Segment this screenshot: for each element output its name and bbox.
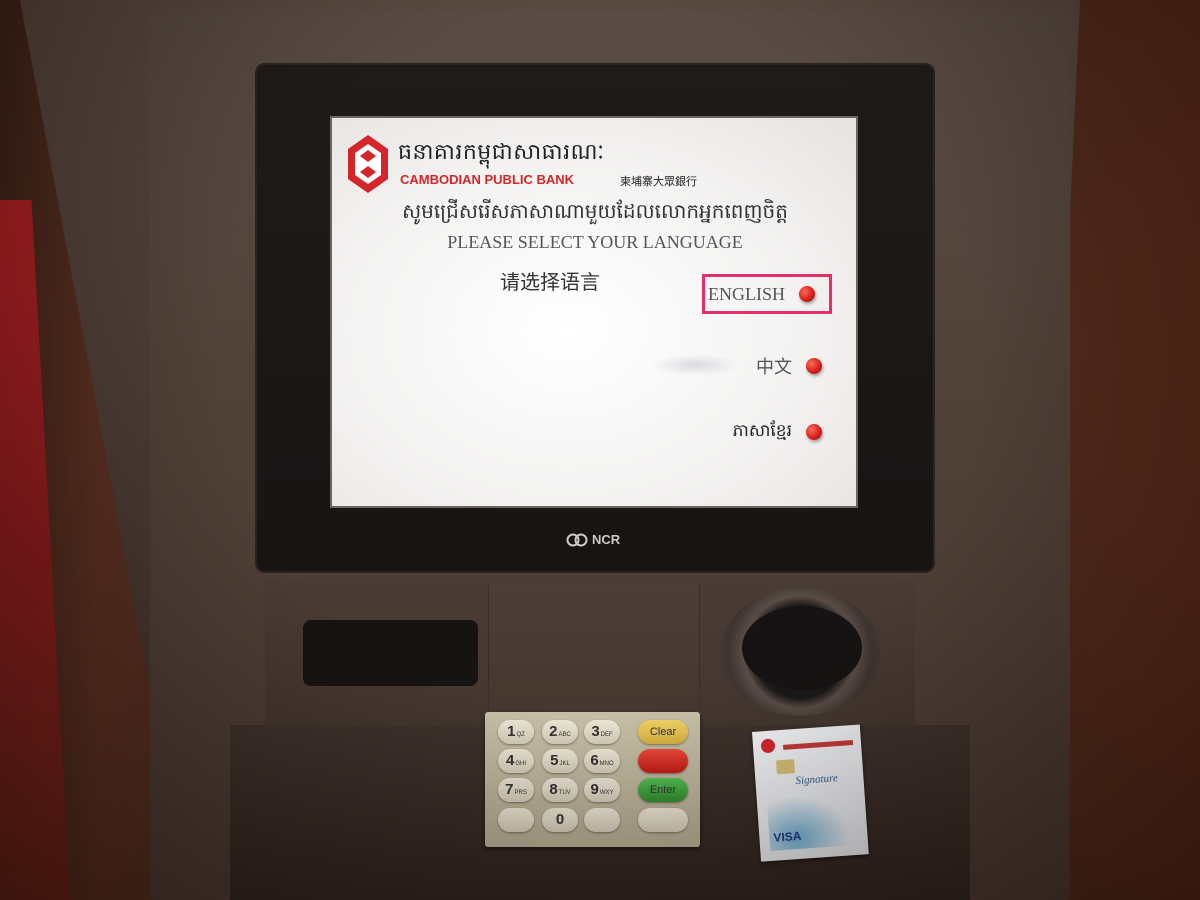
sticker-signature: Signature [795, 772, 839, 788]
language-label-english: ENGLISH [708, 283, 785, 304]
key-2[interactable]: 2ABC [542, 720, 578, 744]
bank-logo-icon [348, 135, 388, 193]
select-dot-icon [799, 286, 815, 302]
atm-middle-panel [488, 585, 700, 710]
sticker-bank-logo-icon [760, 738, 776, 754]
key-0[interactable]: 0 [542, 808, 578, 832]
clear-button[interactable]: Clear [638, 720, 688, 744]
key-9[interactable]: 9WXY [584, 778, 620, 802]
visa-logo: VISA [772, 828, 802, 845]
language-option-english[interactable]: ENGLISH [702, 274, 832, 314]
key-5[interactable]: 5JKL [542, 749, 578, 773]
language-option-khmer[interactable]: ភាសាខ្មែរ [680, 412, 830, 452]
sticker-stripe [782, 739, 854, 750]
receipt-slot [303, 620, 478, 686]
bank-name-chinese: 柬埔寨大眾銀行 [620, 175, 697, 188]
ncr-logo: NCR [566, 532, 620, 547]
key-6[interactable]: 6MNO [584, 749, 620, 773]
ncr-rings-icon [566, 533, 588, 546]
key-1[interactable]: 1QZ [498, 720, 534, 744]
key-blank-right[interactable] [584, 808, 620, 832]
prompt-chinese: 请选择语言 [500, 270, 600, 294]
cancel-button[interactable] [638, 749, 688, 773]
bank-name-khmer: ធនាគារកម្ពុជាសាធារណៈ [398, 140, 605, 165]
key-8[interactable]: 8TUV [542, 778, 578, 802]
key-3[interactable]: 3DEF [584, 720, 620, 744]
prompt-english: PLEASE SELECT YOUR LANGUAGE [447, 232, 743, 252]
card-insert-sticker: Signature VISA [752, 724, 869, 862]
prompt-khmer: សូមជ្រើសរើសភាសាណាមួយដែលលោកអ្នកពេញចិត្ត [402, 199, 788, 223]
language-option-chinese[interactable]: 中文 [700, 346, 830, 386]
card-slot[interactable] [742, 606, 862, 690]
pin-keypad: 1QZ 2ABC 3DEF 4GHI 5JKL 6MNO 7PRS 8TUV 9… [485, 712, 700, 847]
blank-function-button[interactable] [638, 808, 688, 832]
ncr-brand-text: NCR [592, 532, 621, 547]
bank-name-english: CAMBODIAN PUBLIC BANK [400, 172, 575, 187]
key-4[interactable]: 4GHI [498, 749, 534, 773]
language-label-khmer: ភាសាខ្មែរ [732, 420, 792, 441]
atm-screen: ធនាគារកម្ពុជាសាធារណៈ CAMBODIAN PUBLIC BA… [330, 116, 858, 508]
select-dot-icon [806, 424, 822, 440]
key-7[interactable]: 7PRS [498, 778, 534, 802]
enter-button[interactable]: Enter [638, 778, 688, 802]
select-dot-icon [806, 358, 822, 374]
card-chip-icon [776, 759, 795, 775]
key-blank-left[interactable] [498, 808, 534, 832]
language-label-chinese: 中文 [756, 357, 792, 377]
